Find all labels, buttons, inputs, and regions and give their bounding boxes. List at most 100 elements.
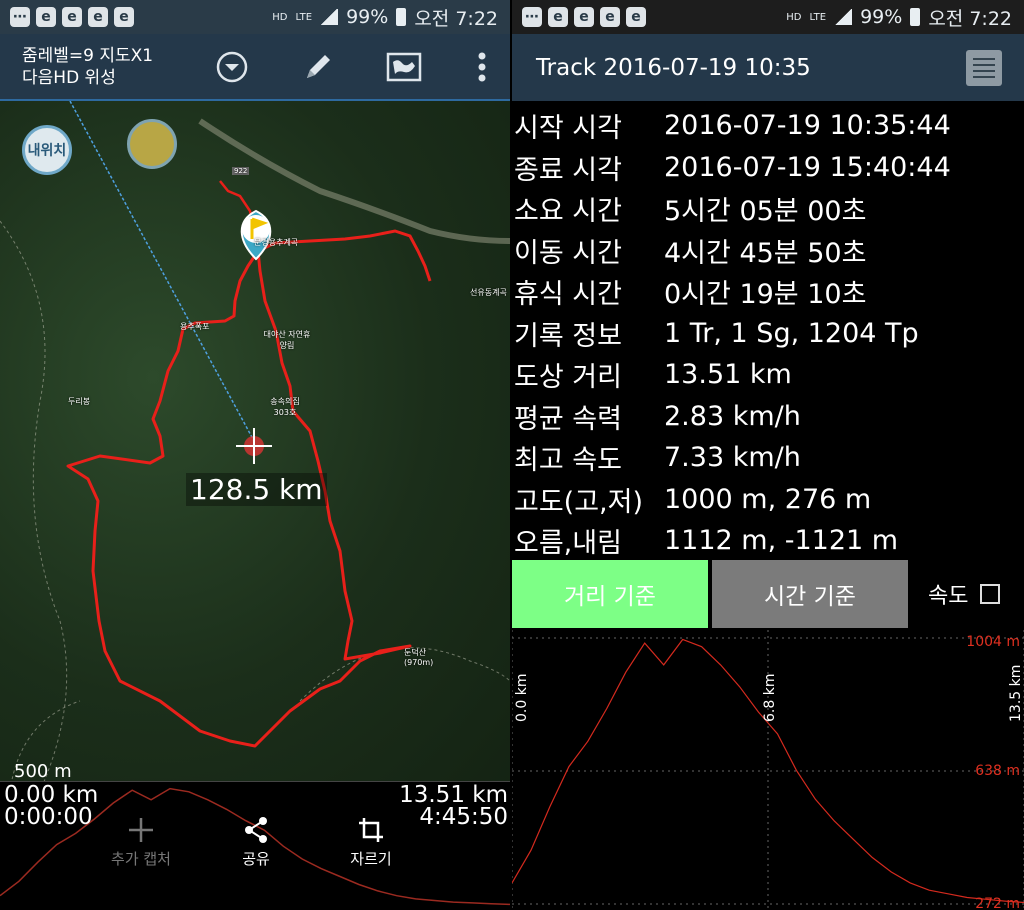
crop-label: 자르기 <box>350 850 392 868</box>
x-tick-label: 0.0 km <box>514 674 530 722</box>
dropdown-button[interactable] <box>204 39 260 95</box>
y-tick-label: 638 m <box>975 763 1020 779</box>
start-time: 0:00:00 <box>4 804 93 830</box>
tab-distance[interactable]: 거리 기준 <box>512 560 708 628</box>
stat-label: 평균 속력 <box>514 403 622 435</box>
elevation-chart[interactable]: 1004 m 638 m 272 m 0.0 km 6.8 km 13.5 km <box>511 630 1024 910</box>
stat-value: 1 Tr, 1 Sg, 1204 Tp <box>664 317 919 349</box>
lte-icon: LTE <box>295 11 313 23</box>
stat-row: 소요 시간 5시간 05분 00초 <box>512 188 1024 230</box>
more-vertical-icon <box>478 52 486 81</box>
stat-value: 1112 m, -1121 m <box>664 525 899 557</box>
x-tick-label: 6.8 km <box>762 674 778 722</box>
stat-label: 고도(고,저) <box>514 486 644 518</box>
track-app-bar: Track 2016-07-19 10:35 <box>512 34 1024 101</box>
y-tick-label: 272 m <box>975 896 1020 910</box>
layer-toggle-button[interactable] <box>127 119 177 169</box>
map-title: 줌레벨=9 지도X1 다음HD 위성 <box>0 45 200 89</box>
stat-value: 7.33 km/h <box>664 442 801 474</box>
stat-label: 최고 속도 <box>514 445 622 477</box>
stat-row: 도상 거리 13.51 km <box>512 354 1024 396</box>
share-button[interactable]: 공유 <box>211 812 301 869</box>
track-stats: 시작 시각 2016-07-19 10:35:44 종료 시각 2016-07-19 … <box>512 101 1024 562</box>
map-source-text: 다음HD 위성 <box>22 67 116 88</box>
app-e-icon: e <box>114 7 134 27</box>
stat-label: 시작 시각 <box>514 113 622 145</box>
battery-icon <box>910 8 921 26</box>
start-distance: 0.00 km <box>4 782 99 808</box>
app-e-icon: e <box>62 7 82 27</box>
overflow-menu-button[interactable] <box>454 39 510 95</box>
stat-row: 평균 속력 2.83 km/h <box>512 396 1024 438</box>
my-location-button[interactable]: 내위치 <box>22 125 72 175</box>
chevron-down-icon <box>216 51 248 82</box>
share-icon <box>245 817 267 843</box>
map-app-bar: 줌레벨=9 지도X1 다음HD 위성 <box>0 34 510 101</box>
battery-percent: 99% <box>346 6 389 28</box>
stat-value: 2016-07-19 15:40:44 <box>664 151 951 183</box>
battery-percent: 99% <box>860 6 903 28</box>
app-e-icon: e <box>548 7 568 27</box>
stat-label: 기록 정보 <box>514 320 622 352</box>
elevation-chart-svg: 1004 m 638 m 272 m 0.0 km 6.8 km 13.5 km <box>511 630 1024 910</box>
edit-button[interactable] <box>290 39 346 95</box>
end-distance: 13.51 km <box>399 782 508 808</box>
add-capture-label: 추가 캡처 <box>111 850 171 868</box>
hd-voice-icon: HD <box>786 11 802 23</box>
app-e-icon: e <box>88 7 108 27</box>
notification-icons: ⋯ e e e e <box>0 7 134 27</box>
place-label: 송속의집 303호 <box>270 397 300 417</box>
notification-icon: ⋯ <box>10 7 30 27</box>
speed-label: 속도 <box>928 584 969 609</box>
signal-icon <box>834 9 853 25</box>
notification-icons: ⋯ e e e e <box>512 7 646 27</box>
stat-value: 0시간 19분 10초 <box>664 279 867 311</box>
stat-row: 고도(고,저) 1000 m, 276 m <box>512 479 1024 521</box>
stat-row: 이동 시간 4시간 45분 50초 <box>512 230 1024 272</box>
stat-value: 1000 m, 276 m <box>664 483 872 515</box>
lte-icon: LTE <box>809 11 827 23</box>
crop-button[interactable]: 자르기 <box>326 812 416 869</box>
stat-row: 종료 시각 2016-07-19 15:40:44 <box>512 147 1024 189</box>
y-tick-label: 1004 m <box>966 634 1020 650</box>
place-label: 대야산 자연휴양림 <box>263 330 311 350</box>
notification-icon: ⋯ <box>522 7 542 27</box>
trail-path <box>0 220 68 791</box>
distance-readout: 128.5 km <box>186 473 327 506</box>
crosshair-icon[interactable] <box>236 428 272 464</box>
stat-row: 시작 시각 2016-07-19 10:35:44 <box>512 105 1024 147</box>
pencil-icon <box>307 54 330 78</box>
stat-row: 오름,내림 1112 m, -1121 m <box>512 520 1024 562</box>
map-view-button[interactable] <box>376 39 432 95</box>
list-menu-button[interactable] <box>966 49 1002 86</box>
track-title: Track 2016-07-19 10:35 <box>536 54 811 81</box>
tab-time[interactable]: 시간 기준 <box>712 560 908 628</box>
map-icon <box>386 52 422 81</box>
zoom-level-text: 줌레벨=9 지도X1 <box>22 45 154 66</box>
speed-toggle[interactable]: 속도 <box>928 578 1001 610</box>
stat-label: 도상 거리 <box>514 362 622 394</box>
app-e-icon: e <box>574 7 594 27</box>
stat-row: 최고 속도 7.33 km/h <box>512 437 1024 479</box>
place-label: 용추폭포 <box>180 322 210 331</box>
start-flag-marker-icon[interactable] <box>240 209 272 261</box>
stat-row: 기록 정보 1 Tr, 1 Sg, 1204 Tp <box>512 313 1024 355</box>
add-capture-button[interactable]: 추가 캡처 <box>96 812 186 869</box>
app-e-icon: e <box>36 7 56 27</box>
speed-checkbox[interactable] <box>980 584 1001 604</box>
stat-value: 4시간 45분 50초 <box>664 237 867 269</box>
satellite-map[interactable]: 내위치 922 문경용추계곡 용추폭포 대야산 자연휴양림 두리봉 송속의집 3… <box>0 101 510 791</box>
place-label: 문경용추계곡 <box>254 238 299 247</box>
road-number-label: 922 <box>232 167 250 175</box>
track-detail-screen: Track 2016-07-19 10:35 시작 시각 2016-07-19 1… <box>511 34 1024 910</box>
stat-value: 2016-07-19 10:35:44 <box>664 110 951 142</box>
stat-label: 오름,내림 <box>514 528 622 560</box>
place-label: 두리봉 <box>68 397 91 406</box>
x-tick-label: 13.5 km <box>1008 665 1024 722</box>
share-label: 공유 <box>242 850 270 868</box>
signal-icon <box>320 9 339 25</box>
elevation-profile-mini[interactable]: 0.00 km 0:00:00 13.51 km 4:45:50 추가 캡처 공… <box>0 781 510 910</box>
place-label: 둔덕산 (970m) <box>404 648 434 667</box>
stat-value: 2.83 km/h <box>664 400 801 432</box>
stat-label: 종료 시각 <box>514 154 622 186</box>
